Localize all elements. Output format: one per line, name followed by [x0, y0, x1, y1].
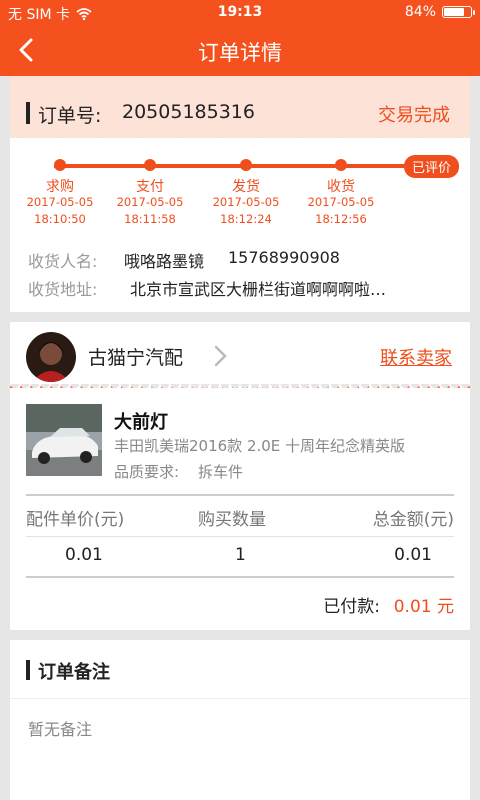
nav-bar: 订单详情 [0, 24, 480, 76]
address-row: 收货地址: 北京市宣武区大栅栏街道啊啊啊啦… [28, 276, 386, 300]
order-note-text: 暂无备注 [28, 720, 93, 739]
shop-card: 古猫宁汽配 联系卖家 大前灯 丰田凯美瑞2016款 2.0E 十周年纪念精英版 … [10, 322, 470, 630]
table-header-quantity: 购买数量 [198, 510, 266, 530]
avatar-image [26, 332, 76, 382]
shop-avatar[interactable] [26, 332, 76, 382]
table-bottom-line [26, 576, 454, 578]
receiver-phone: 15768990908 [228, 248, 340, 267]
paid-amount: 0.01 元 [393, 597, 454, 617]
timeline-dot [240, 159, 252, 171]
quality-label: 品质要求: [114, 463, 180, 481]
product-model: 丰田凯美瑞2016款 2.0E 十周年纪念精英版 [114, 437, 406, 455]
order-note-card: 订单备注 暂无备注 [10, 640, 470, 800]
status-bar: 无 SIM 卡 19:13 84% [0, 0, 480, 24]
scallop-edge [10, 132, 470, 142]
section-marker [26, 660, 30, 680]
receiver-name: 哦咯路墨镜 [124, 252, 205, 271]
step-name: 发货 [232, 179, 260, 195]
timeline-dot [144, 159, 156, 171]
chevron-right-icon[interactable] [210, 343, 230, 369]
scallop-edge [10, 384, 470, 394]
battery-fill [444, 8, 464, 16]
reviewed-badge: 已评价 [404, 155, 460, 178]
order-status-badge: 交易完成 [378, 105, 450, 126]
timeline-dot [54, 159, 66, 171]
order-header: 订单号: 20505185316 交易完成 [10, 76, 470, 138]
product-name: 大前灯 [114, 412, 168, 433]
paid-label: 已付款: [323, 597, 380, 617]
order-note-title: 订单备注 [38, 662, 110, 683]
cell-unit-price: 0.01 [65, 545, 103, 565]
step-time: 18:12:24 [220, 212, 272, 226]
page-title: 订单详情 [198, 41, 282, 65]
order-card: 订单号: 20505185316 交易完成 求购 2017-05-05 18:1… [10, 76, 470, 312]
product-image[interactable] [26, 404, 102, 476]
order-progress-timeline: 求购 2017-05-05 18:10:50 支付 2017-05-05 18:… [10, 146, 470, 236]
cell-quantity: 1 [235, 545, 246, 565]
timeline-dot [335, 159, 347, 171]
quality-value: 拆车件 [198, 463, 244, 481]
step-name: 支付 [136, 179, 164, 195]
section-marker [26, 102, 30, 124]
status-right: 84% [404, 4, 475, 20]
battery-percent: 84% [404, 4, 436, 20]
step-date: 2017-05-05 [26, 195, 94, 209]
shop-name[interactable]: 古猫宁汽配 [88, 343, 183, 370]
receiver-label: 收货人名: [28, 252, 98, 271]
step-date: 2017-05-05 [212, 195, 280, 209]
address-label: 收货地址: [28, 280, 98, 299]
receiver-row: 收货人名: 哦咯路墨镜 15768990908 [28, 248, 340, 272]
cell-total: 0.01 [394, 545, 432, 565]
order-number: 20505185316 [122, 101, 255, 123]
battery-icon [442, 6, 475, 18]
table-header-unit-price: 配件单价(元) [26, 510, 125, 530]
step-date: 2017-05-05 [116, 195, 184, 209]
contact-seller-link[interactable]: 联系卖家 [380, 344, 452, 370]
step-time: 18:11:58 [124, 212, 176, 226]
step-time: 18:10:50 [34, 212, 86, 226]
step-name: 求购 [46, 179, 74, 195]
order-number-label: 订单号: [38, 105, 102, 127]
table-top-line [26, 494, 454, 496]
address-value: 北京市宣武区大栅栏街道啊啊啊啦… [130, 280, 387, 299]
table-header-total: 总金额(元) [372, 510, 454, 530]
divider [10, 698, 470, 699]
step-time: 18:12:56 [315, 212, 367, 226]
step-name: 收货 [327, 179, 355, 195]
table-header-line [26, 536, 454, 537]
car-photo [26, 404, 102, 476]
step-date: 2017-05-05 [307, 195, 375, 209]
